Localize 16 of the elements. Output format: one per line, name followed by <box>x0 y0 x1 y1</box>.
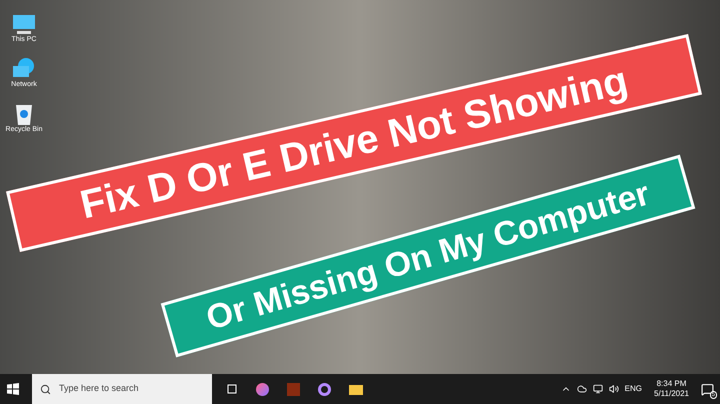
speaker-icon[interactable] <box>608 384 619 394</box>
search-input[interactable]: Type here to search <box>59 382 199 396</box>
search-field[interactable]: Type here to search <box>32 374 212 404</box>
computer-icon <box>11 14 37 36</box>
ring-app-icon[interactable] <box>318 382 331 396</box>
cloud-icon[interactable] <box>576 384 587 394</box>
clock-time[interactable]: 8:34 PM <box>656 379 686 389</box>
folder-icon[interactable] <box>349 384 363 394</box>
monitor-icon[interactable] <box>592 384 603 394</box>
notification-icon[interactable] <box>701 382 714 396</box>
music-app-icon[interactable] <box>256 382 269 396</box>
task-view-icon[interactable] <box>226 384 238 394</box>
clock-date[interactable]: 5/11/2021 <box>654 389 689 399</box>
windows-start-icon[interactable] <box>7 383 19 395</box>
search-icon <box>40 384 51 394</box>
language-indicator[interactable]: ENG <box>624 383 642 395</box>
